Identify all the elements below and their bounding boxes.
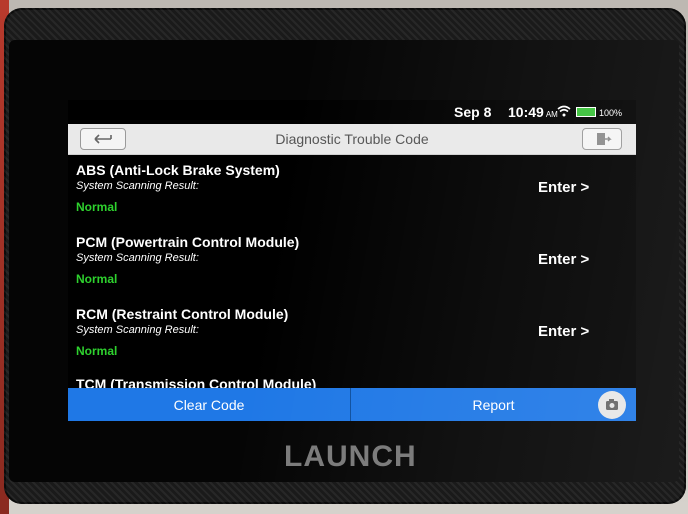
exit-button[interactable]: [582, 128, 622, 150]
enter-button[interactable]: Enter >: [538, 251, 589, 268]
status-time: 10:49 AM: [508, 104, 558, 120]
scan-result-label: System Scanning Result:: [76, 180, 199, 192]
camera-button[interactable]: [598, 391, 626, 419]
status-bar: Sep 8 10:49 AM 100%: [68, 100, 636, 124]
enter-button[interactable]: Enter >: [538, 179, 589, 196]
status-ampm: AM: [545, 110, 558, 119]
scan-status: Normal: [76, 200, 118, 214]
exit-icon: [597, 133, 612, 145]
battery-icon: [576, 107, 596, 117]
partial-list-item[interactable]: TCM (Transmission Control Module): [76, 376, 316, 388]
list-item: PCM (Powertrain Control Module) System S…: [76, 228, 636, 296]
brand-logo: LAUNCH: [284, 440, 417, 473]
system-name: PCM (Powertrain Control Module): [76, 234, 300, 250]
app-screen: Sep 8 10:49 AM 100% Diagnostic Trouble Co…: [68, 100, 636, 388]
system-name: RCM (Restraint Control Module): [76, 306, 289, 322]
scan-result-label: System Scanning Result:: [76, 252, 199, 264]
camera-icon: [606, 399, 618, 410]
title-bar: Diagnostic Trouble Code: [68, 124, 636, 155]
enter-button[interactable]: Enter >: [538, 323, 589, 340]
scan-status: Normal: [76, 344, 118, 358]
status-time-value: 10:49: [508, 104, 544, 120]
scan-status: Normal: [76, 272, 118, 286]
clear-code-button[interactable]: Clear Code: [68, 388, 350, 421]
page-title: Diagnostic Trouble Code: [275, 131, 429, 147]
battery-percent: 100%: [599, 108, 623, 118]
list-item: ABS (Anti-Lock Brake System) System Scan…: [76, 156, 636, 224]
system-list: ABS (Anti-Lock Brake System) System Scan…: [68, 156, 636, 358]
report-button[interactable]: Report: [351, 388, 636, 421]
system-name: ABS (Anti-Lock Brake System): [76, 162, 280, 178]
scan-result-label: System Scanning Result:: [76, 324, 199, 336]
status-date: Sep 8: [454, 104, 492, 120]
wifi-icon: [557, 105, 571, 117]
list-item: RCM (Restraint Control Module) System Sc…: [76, 300, 636, 368]
